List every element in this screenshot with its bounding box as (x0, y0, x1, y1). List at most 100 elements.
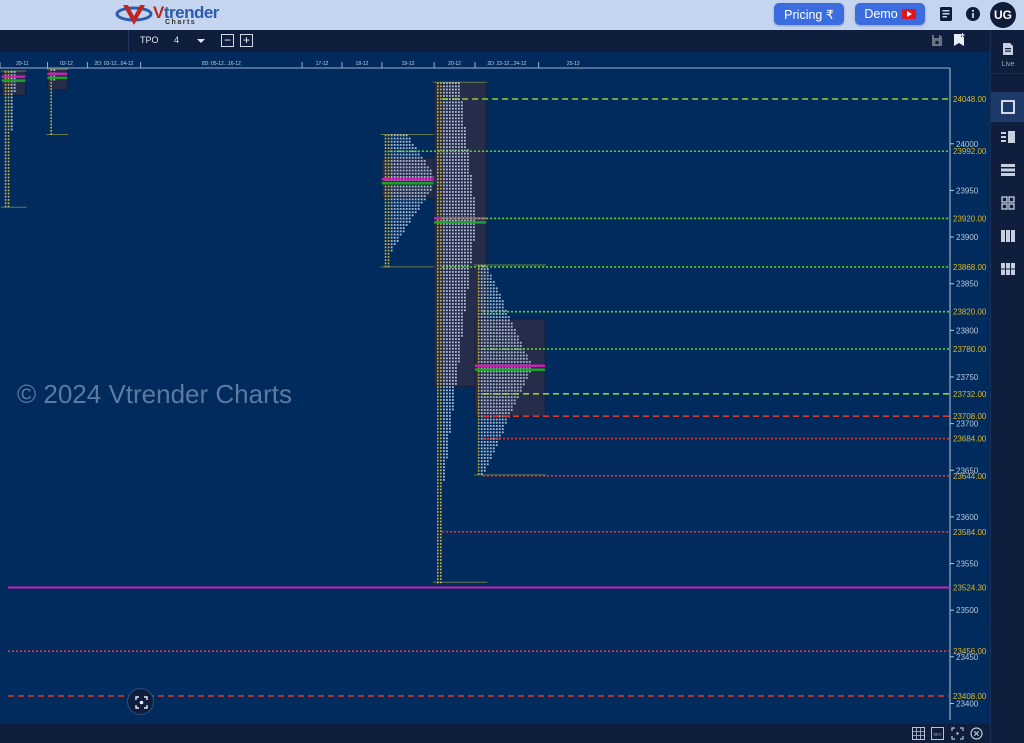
tpo-dot (50, 69, 52, 71)
level-price-label: 23820.00 (953, 308, 987, 317)
tpo-dot (483, 300, 486, 303)
tpo-dot (402, 163, 405, 166)
tpo-dot (455, 197, 457, 200)
save-icon[interactable] (931, 34, 943, 47)
layout-grid-button[interactable] (991, 188, 1024, 218)
tpo-dot (437, 271, 439, 273)
tpo-dot (492, 380, 495, 383)
tpo-dot (461, 101, 463, 104)
tpo-size-select[interactable]: 4 (174, 35, 179, 45)
tpo-dot (437, 338, 439, 341)
tpo-dot (414, 166, 417, 169)
layout-rows-button[interactable] (991, 155, 1024, 185)
tpo-dot (440, 539, 442, 542)
tpo-dot (387, 137, 390, 140)
layout-columns-button[interactable] (991, 221, 1024, 251)
tpo-dot (458, 127, 460, 129)
zoom-in-button[interactable]: + (240, 34, 253, 47)
tpo-dot (437, 293, 439, 296)
fit-to-screen-button[interactable] (127, 688, 154, 715)
zoom-out-button[interactable]: − (221, 34, 234, 47)
tpo-dot (461, 187, 463, 190)
tpo-dot (501, 357, 504, 360)
vtrender-logo[interactable]: Vtrender Charts (115, 2, 219, 28)
tpo-dot (510, 335, 513, 338)
tpo-dot (452, 296, 454, 299)
tpo-dot (492, 389, 495, 392)
info-icon[interactable] (965, 6, 981, 22)
tpo-dot (437, 309, 439, 312)
chevron-down-icon[interactable] (197, 39, 205, 43)
tpo-dot (449, 165, 451, 168)
tpo-dot (452, 309, 454, 312)
tpo-dot (440, 232, 442, 235)
grid-toggle-icon[interactable] (912, 727, 925, 740)
tpo-dot (399, 172, 402, 175)
layout-single-button[interactable] (991, 92, 1024, 122)
tpo-dot (483, 277, 486, 280)
tpo-dot (458, 213, 460, 216)
pricing-button[interactable]: Pricing ₹ (774, 3, 844, 25)
tpo-dot (7, 138, 10, 141)
tpo-dot (489, 431, 492, 434)
tpo-dot (510, 399, 513, 402)
tpo-dot (449, 117, 451, 120)
tpo-dot (522, 383, 525, 386)
tpo-dot (440, 181, 442, 184)
tpo-dot (390, 208, 393, 210)
tpo-dot (483, 434, 486, 437)
fullscreen-icon[interactable] (951, 727, 964, 740)
tpo-dot (449, 319, 451, 321)
tpo-dot (437, 207, 439, 209)
notes-icon[interactable] (938, 6, 954, 22)
tpo-dot (437, 469, 439, 472)
tpo-dot (480, 421, 483, 424)
tpo-dot (501, 303, 504, 306)
tpo-dot (455, 258, 457, 261)
tpo-dot (423, 163, 426, 166)
tpo-dot (522, 357, 525, 360)
tpo-dot (390, 156, 393, 159)
layout-split-button[interactable] (991, 122, 1024, 152)
layout-grid-3x3-button[interactable] (991, 254, 1024, 284)
tpo-dot (522, 373, 525, 376)
tpo-dot (384, 230, 387, 233)
tpo-dot (480, 316, 483, 319)
sec-toggle-icon[interactable]: SEC (931, 727, 944, 740)
user-avatar[interactable]: UG (990, 2, 1016, 28)
demo-label: Demo (864, 7, 898, 21)
tpo-dot (384, 185, 387, 188)
tpo-dot (437, 277, 439, 280)
tpo-dot (446, 325, 448, 328)
tpo-dot (452, 143, 454, 145)
single-layout-icon (1001, 100, 1015, 114)
tpo-dot (486, 418, 489, 421)
tpo-dot (449, 395, 451, 398)
tpo-dot (440, 367, 442, 369)
tpo-dot (470, 255, 472, 257)
close-circle-icon[interactable] (970, 727, 983, 740)
tpo-dot (437, 175, 439, 177)
tpo-dot (443, 338, 445, 341)
tpo-dot (449, 159, 451, 161)
tpo-dot (458, 136, 460, 139)
live-button[interactable]: Live (991, 30, 1024, 74)
tpo-dot (461, 168, 463, 171)
tpo-dot (440, 392, 442, 395)
tpo-dot (449, 392, 451, 395)
demo-button[interactable]: Demo (855, 3, 925, 25)
tpo-dot (458, 98, 460, 101)
tpo-dot (507, 341, 510, 344)
tpo-chart-area[interactable]: 29-11 02-12 2D: 03-12...04-12 8D: 05-12...1… (0, 52, 990, 724)
tpo-dot (417, 208, 420, 210)
chart-type-label[interactable]: TPO (140, 35, 159, 45)
tpo-dot (13, 90, 16, 93)
level-price-label: 23732.00 (953, 390, 987, 399)
tpo-dot (396, 156, 399, 159)
tpo-dot (443, 181, 445, 184)
bookmark-add-icon[interactable] (953, 33, 966, 47)
tpo-dot (461, 165, 463, 168)
tpo-dot (495, 444, 498, 447)
tpo-dot (461, 255, 463, 257)
tpo-dot (7, 186, 10, 189)
